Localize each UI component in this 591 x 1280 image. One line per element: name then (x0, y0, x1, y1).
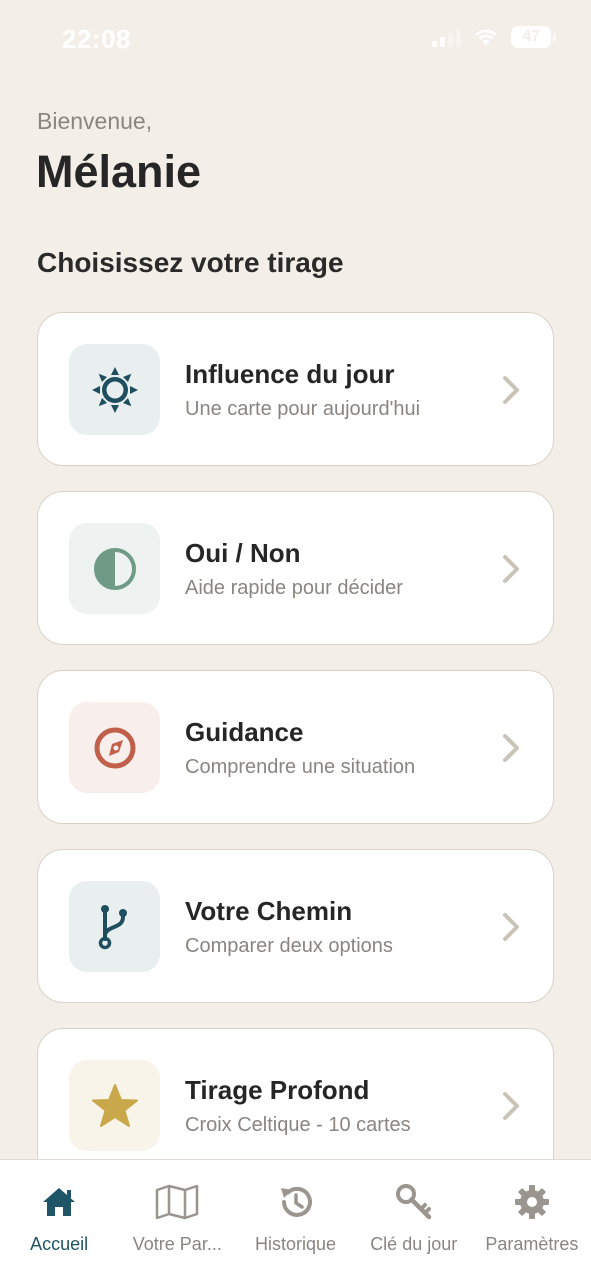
card-subtitle: Croix Celtique - 10 cartes (185, 1114, 411, 1136)
card-title: Guidance (185, 717, 304, 747)
tab-cle-du-jour[interactable]: Clé du jour (355, 1160, 473, 1280)
branch-icon (98, 904, 127, 949)
card-title: Votre Chemin (185, 896, 353, 926)
status-time: 22:08 (62, 24, 131, 54)
chevron-right-icon (503, 555, 519, 583)
tab-label: Clé du jour (370, 1234, 458, 1254)
tab-label: Historique (254, 1234, 337, 1254)
home-icon (43, 1188, 76, 1216)
chevron-right-icon (503, 376, 519, 404)
card-oui-non[interactable]: Oui / Non Aide rapide pour décider (37, 491, 554, 645)
star-icon (91, 1083, 138, 1127)
card-influence-du-jour[interactable]: Influence du jour Une carte pour aujourd… (37, 312, 554, 466)
card-icon-box (69, 523, 160, 614)
chevron-right-icon (503, 1092, 519, 1120)
tab-bar: Accueil Votre Par... Historique Clé du j… (0, 1159, 591, 1280)
card-title: Influence du jour (185, 359, 395, 389)
sun-icon (91, 366, 138, 413)
user-name: Mélanie (36, 146, 202, 197)
card-title: Tirage Profond (185, 1075, 370, 1105)
compass-icon (94, 727, 135, 768)
status-icons: 47 (432, 26, 556, 48)
reading-list: Influence du jour Une carte pour aujourd… (37, 312, 554, 1207)
battery-icon: 47 (511, 26, 556, 48)
greeting-text: Bienvenue, (37, 108, 153, 134)
card-icon-box (69, 1060, 160, 1151)
history-icon (280, 1186, 312, 1217)
tab-label: Paramètres (485, 1234, 579, 1254)
tab-label: Accueil (30, 1234, 89, 1254)
card-subtitle: Aide rapide pour décider (185, 577, 403, 599)
signal-icon (432, 27, 461, 47)
map-icon (156, 1184, 199, 1220)
tab-accueil[interactable]: Accueil (0, 1160, 118, 1280)
chevron-right-icon (503, 913, 519, 941)
card-title: Oui / Non (185, 538, 301, 568)
key-icon (395, 1184, 431, 1220)
gear-icon (514, 1185, 549, 1219)
tab-votre-parcours[interactable]: Votre Par... (118, 1160, 236, 1280)
card-icon-box (69, 881, 160, 972)
card-icon-box (69, 344, 160, 435)
card-subtitle: Une carte pour aujourd'hui (185, 398, 421, 420)
card-guidance[interactable]: Guidance Comprendre une situation (37, 670, 554, 824)
half-circle-icon (93, 547, 136, 590)
wifi-icon (475, 28, 497, 46)
status-bar: 22:08 47 (0, 0, 591, 80)
chevron-right-icon (503, 734, 519, 762)
section-title: Choisissez votre tirage (37, 247, 344, 278)
card-votre-chemin[interactable]: Votre Chemin Comparer deux options (37, 849, 554, 1003)
tab-label: Votre Par... (132, 1234, 222, 1254)
card-subtitle: Comprendre une situation (185, 756, 416, 778)
card-subtitle: Comparer deux options (185, 935, 393, 957)
card-icon-box (69, 702, 160, 793)
tab-parametres[interactable]: Paramètres (473, 1160, 591, 1280)
tab-historique[interactable]: Historique (236, 1160, 354, 1280)
